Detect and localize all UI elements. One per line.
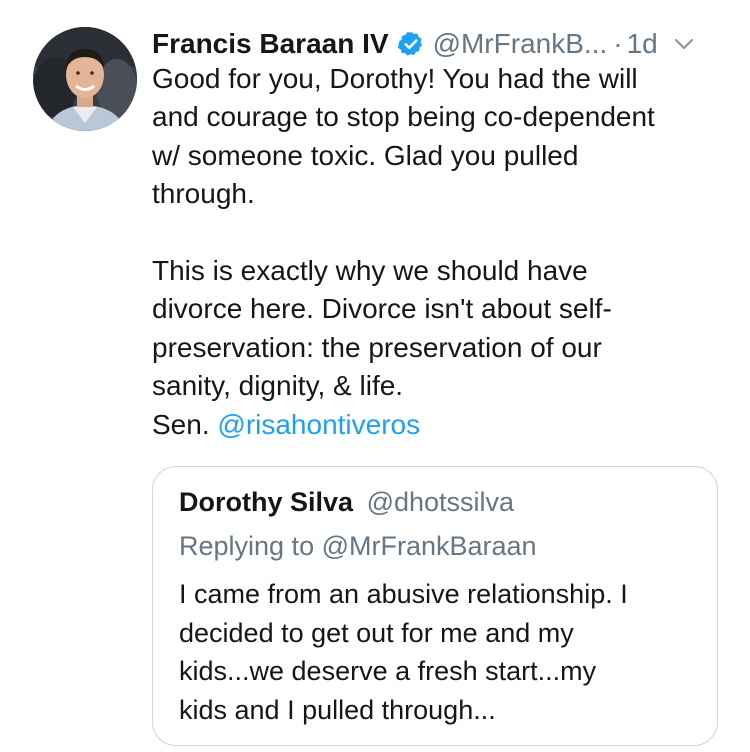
quoted-tweet[interactable]: Dorothy Silva @dhotssilva Replying to @M… (152, 466, 718, 746)
quoted-tweet-header: Dorothy Silva @dhotssilva (179, 487, 514, 518)
mention-link[interactable]: @risahontiveros (217, 409, 420, 440)
tweet-text-line: This is exactly why we should have (152, 255, 588, 287)
quoted-text-line: decided to get out for me and my (179, 617, 574, 648)
tweet-text-line: sanity, dignity, & life. (152, 370, 404, 402)
sen-prefix: Sen. (152, 408, 218, 440)
tweet-text-line: Good for you, Dorothy! You had the will (152, 63, 638, 94)
tweet-text-line: preservation: the preservation of our (152, 331, 602, 363)
tweet-text-line: Sen. @risahontiveros (152, 406, 732, 444)
quoted-text-line: I came from an abusive relationship. I (179, 579, 628, 609)
tweet-header: Francis Baraan IV @MrFrankB... · 1d (152, 24, 732, 64)
replying-prefix: Replying to (179, 531, 322, 561)
timestamp[interactable]: 1d (627, 28, 658, 60)
quoted-tweet-text: I came from an abusive relationship. I d… (179, 575, 699, 730)
verified-badge-icon (397, 30, 425, 58)
quoted-user-handle[interactable]: @dhotssilva (367, 487, 514, 517)
tweet-text-line: through. (152, 178, 255, 210)
tweet-text: Good for you, Dorothy! You had the will … (152, 60, 732, 444)
tweet-text-line: w/ someone toxic. Glad you pulled (152, 139, 579, 171)
avatar-photo (33, 27, 137, 131)
user-handle[interactable]: @MrFrankB... (433, 28, 608, 60)
chevron-down-icon[interactable] (672, 32, 696, 56)
quoted-text-line: kids and I pulled through... (179, 695, 496, 726)
quoted-text-line: kids...we deserve a fresh start...my (179, 656, 597, 687)
replying-to: Replying to @MrFrankBaraan (179, 531, 537, 562)
replying-handle[interactable]: @MrFrankBaraan (322, 531, 537, 561)
tweet[interactable]: Francis Baraan IV @MrFrankB... · 1d Good… (0, 0, 750, 752)
quoted-display-name[interactable]: Dorothy Silva (179, 487, 353, 517)
avatar[interactable] (33, 27, 137, 131)
display-name[interactable]: Francis Baraan IV (152, 28, 389, 60)
tweet-text-line: and courage to stop being co-dependent (152, 101, 655, 133)
tweet-text-line: divorce here. Divorce isn't about self- (152, 293, 612, 325)
separator-dot: · (613, 28, 623, 59)
